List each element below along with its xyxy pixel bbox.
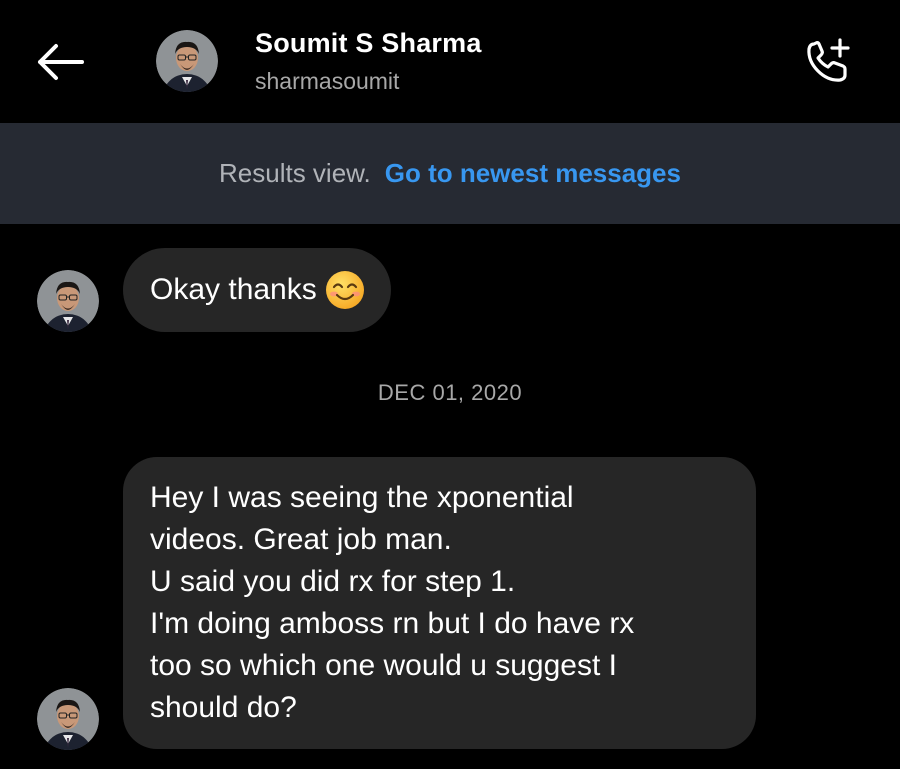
banner-text: Results view. — [219, 158, 371, 188]
back-button[interactable] — [30, 38, 90, 86]
go-to-newest-link[interactable]: Go to newest messages — [385, 158, 681, 189]
avatar[interactable] — [156, 30, 218, 92]
message-line: videos. Great job man. — [150, 523, 452, 556]
message-line: U said you did rx for step 1. — [150, 565, 516, 598]
message-line: I'm doing amboss rn but I do have rx — [150, 607, 635, 640]
contact-name[interactable]: Soumit S Sharma — [255, 28, 482, 59]
smiling-face-icon — [325, 271, 364, 309]
contact-username[interactable]: sharmasoumit — [255, 68, 399, 95]
results-banner: Results view. Go to newest messages — [0, 123, 900, 224]
arrow-left-icon — [38, 44, 84, 80]
message-bubble[interactable]: Hey I was seeing the xponential videos. … — [123, 457, 756, 749]
phone-plus-icon — [807, 38, 850, 82]
chat-header: Soumit S Sharma sharmasoumit — [0, 0, 900, 123]
add-call-button[interactable] — [800, 34, 860, 90]
message-avatar[interactable] — [37, 270, 99, 332]
message-bubble[interactable]: Okay thanks — [123, 248, 391, 332]
message-text: Okay thanks — [150, 273, 317, 306]
message-avatar[interactable] — [37, 688, 99, 750]
message-line: Hey I was seeing the xponential — [150, 481, 574, 514]
message-line: too so which one would u suggest I — [150, 649, 617, 682]
message-line: should do? — [150, 691, 297, 724]
date-separator: DEC 01, 2020 — [377, 380, 523, 405]
